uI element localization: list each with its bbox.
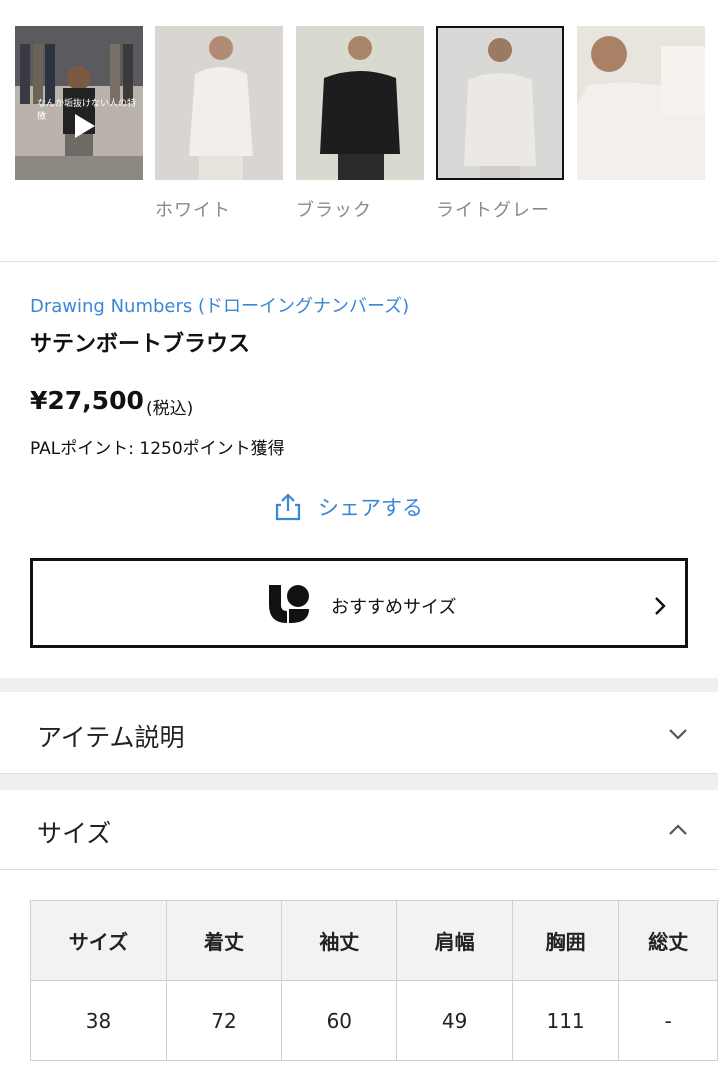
recommended-size-label: おすすめサイズ <box>331 597 457 618</box>
thumbnail-white[interactable] <box>155 26 283 180</box>
recommended-size-button[interactable]: おすすめサイズ <box>30 558 688 648</box>
table-cell: 111 <box>511 980 620 1061</box>
size-table-header: 総丈 <box>618 900 718 981</box>
table-cell: 49 <box>396 980 513 1061</box>
table-cell: 72 <box>165 980 283 1061</box>
size-section-label: サイズ <box>37 819 112 848</box>
section-divider <box>0 774 718 790</box>
size-table-header: 肩幅 <box>396 900 513 981</box>
item-description-label: アイテム説明 <box>37 723 185 752</box>
model-lightgray-image <box>436 26 564 180</box>
size-table-header: 着丈 <box>165 900 283 981</box>
section-divider <box>0 678 718 692</box>
play-icon[interactable] <box>75 114 95 138</box>
size-logo-icon <box>269 585 309 623</box>
item-description-accordion[interactable]: アイテム説明 <box>0 692 718 774</box>
chevron-down-icon <box>669 729 687 740</box>
product-price: ¥27,500 <box>30 386 144 415</box>
product-title: サテンボートブラウス <box>30 332 251 357</box>
model-black-image <box>296 26 424 180</box>
table-cell: 38 <box>30 980 167 1061</box>
video-thumbnail[interactable]: なんか垢抜けない人の特徴 <box>15 26 143 180</box>
table-cell: 60 <box>281 980 398 1061</box>
share-icon <box>275 493 301 521</box>
tax-note: (税込) <box>146 399 194 419</box>
size-table: サイズ 着丈 袖丈 肩幅 胸囲 総丈 38 72 60 49 111 - <box>30 900 718 1061</box>
size-table-header-row: サイズ 着丈 袖丈 肩幅 胸囲 総丈 <box>30 900 718 981</box>
points-info: PALポイント: 1250ポイント獲得 <box>30 439 285 459</box>
table-cell: - <box>618 980 718 1061</box>
table-row: 38 72 60 49 111 - <box>30 980 718 1061</box>
model-white-image <box>155 26 283 180</box>
share-button[interactable]: シェアする <box>272 490 423 524</box>
chevron-up-icon <box>669 824 687 835</box>
size-table-header: 袖丈 <box>281 900 398 981</box>
thumbnail-caption-white: ホワイト <box>155 200 231 221</box>
thumbnail-caption-lightgray: ライトグレー <box>436 200 550 221</box>
share-label: シェアする <box>318 496 423 520</box>
thumbnail-detail[interactable] <box>577 26 705 180</box>
chevron-right-icon <box>653 595 667 623</box>
model-detail-image <box>577 26 705 180</box>
size-table-header: サイズ <box>30 900 167 981</box>
color-thumbnail-strip: なんか垢抜けない人の特徴 ホワイト ブラック ライトグレー <box>0 0 718 262</box>
brand-link[interactable]: Drawing Numbers (ドローイングナンバーズ) <box>30 292 409 318</box>
thumbnail-lightgray[interactable] <box>436 26 564 180</box>
thumbnail-caption-black: ブラック <box>296 200 372 221</box>
size-accordion[interactable]: サイズ <box>0 790 718 870</box>
thumbnail-black[interactable] <box>296 26 424 180</box>
size-table-header: 胸囲 <box>511 900 620 981</box>
